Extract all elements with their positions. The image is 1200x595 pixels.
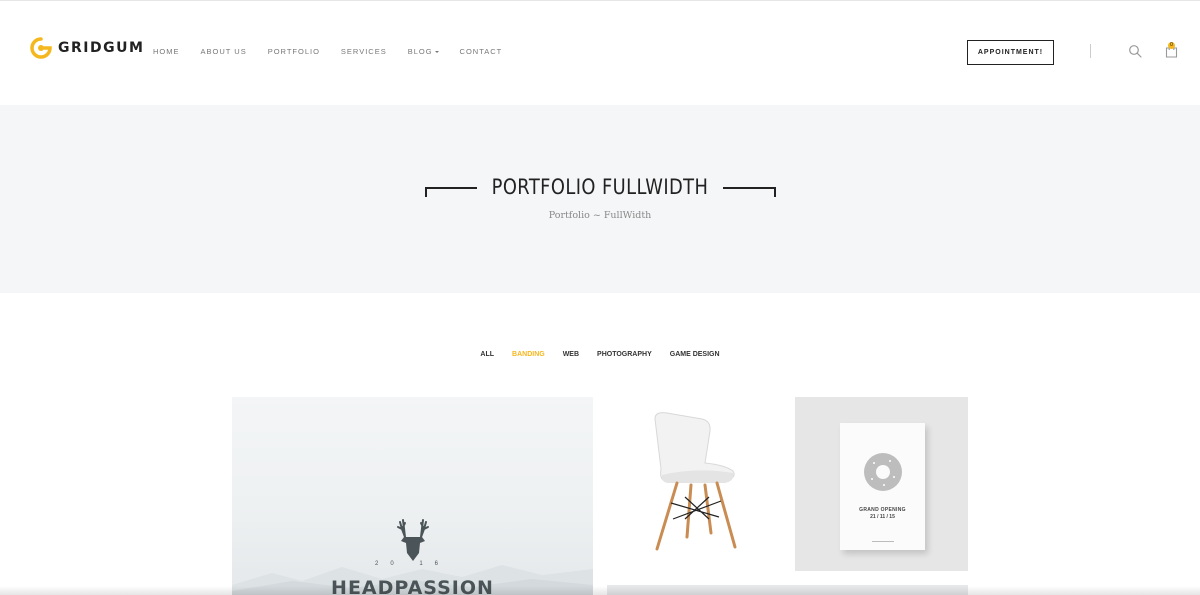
chevron-down-icon — [434, 50, 439, 53]
logo-brand-text: HEADPASSION — [331, 577, 494, 595]
appointment-button[interactable]: APPOINTMENT! — [967, 40, 1054, 65]
logo[interactable]: GRIDGUM — [30, 37, 144, 59]
cart-count-badge: 0 — [1168, 42, 1175, 49]
donut-icon — [864, 453, 902, 491]
filter-banding[interactable]: BANDING — [512, 351, 545, 358]
viewport-shadow — [0, 586, 1200, 595]
page-title: PORTFOLIO FULLWIDTH — [491, 175, 709, 199]
filter-web[interactable]: WEB — [563, 351, 579, 358]
nav-label: PORTFOLIO — [267, 47, 320, 56]
search-icon[interactable] — [1128, 44, 1142, 58]
nav-label: HOME — [153, 47, 180, 56]
nav-label: CONTACT — [459, 47, 503, 56]
breadcrumb[interactable]: Portfolio ~ FullWidth — [0, 210, 1200, 221]
site-header: GRIDGUM HOME ABOUT US PORTFOLIO SERVICES… — [0, 0, 1200, 105]
chair-image — [654, 412, 737, 551]
poster-title: GRAND OPENING — [859, 507, 906, 513]
portfolio-filters: ALL BANDING WEB PHOTOGRAPHY GAME DESIGN — [0, 351, 1200, 358]
nav-item-blog[interactable]: BLOG — [408, 47, 439, 56]
nav-label: SERVICES — [340, 47, 387, 56]
nav-item-services[interactable]: SERVICES — [341, 47, 387, 56]
nav-item-about-us[interactable]: ABOUT US — [201, 47, 247, 56]
page-title-banner: PORTFOLIO FULLWIDTH Portfolio ~ FullWidt… — [0, 105, 1200, 293]
poster-image: GRAND OPENING 21 / 11 / 15 — [840, 423, 925, 550]
portfolio-item-chair[interactable] — [607, 397, 781, 571]
poster-date: 21 / 11 / 15 — [870, 514, 895, 520]
nav-label: ABOUT US — [200, 47, 247, 56]
poster-footer-line — [872, 541, 894, 542]
main-nav: HOME ABOUT US PORTFOLIO SERVICES BLOG CO… — [153, 47, 523, 56]
portfolio-item-headpassion[interactable]: 20 16 HEADPASSION — [232, 397, 593, 595]
filter-game-design[interactable]: GAME DESIGN — [670, 351, 720, 358]
logo-text: GRIDGUM — [58, 40, 145, 56]
header-divider — [1090, 44, 1091, 58]
logo-year: 20 16 — [374, 561, 450, 567]
nav-item-home[interactable]: HOME — [153, 47, 180, 56]
portfolio-item-next[interactable] — [607, 585, 968, 595]
portfolio-item-poster[interactable]: GRAND OPENING 21 / 11 / 15 — [795, 397, 968, 571]
filter-all[interactable]: ALL — [480, 351, 494, 358]
nav-label: BLOG — [407, 47, 433, 56]
nav-item-contact[interactable]: CONTACT — [460, 47, 503, 56]
nav-item-portfolio[interactable]: PORTFOLIO — [268, 47, 320, 56]
filter-photography[interactable]: PHOTOGRAPHY — [597, 351, 652, 358]
deer-logo-icon — [397, 519, 429, 561]
logo-icon — [30, 37, 52, 59]
